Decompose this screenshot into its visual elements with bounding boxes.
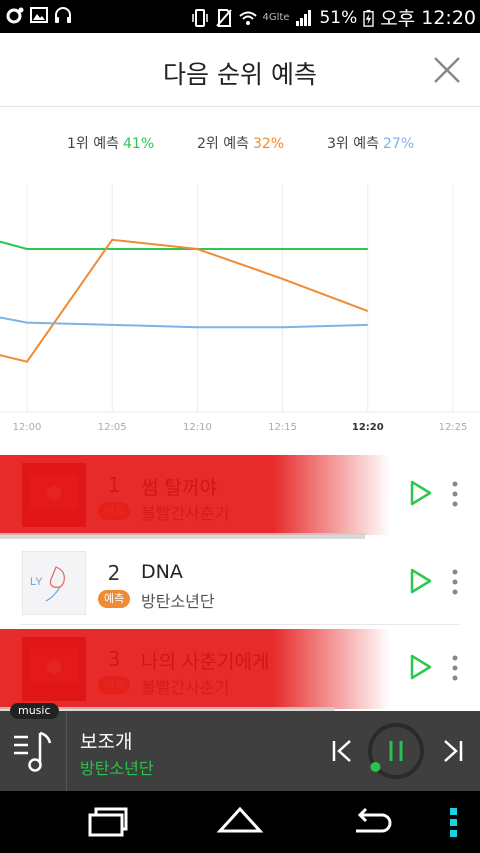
more-options-button-1[interactable]	[448, 479, 462, 509]
legend-item-2: 2위 예측 32%	[197, 133, 284, 153]
now-playing-title: 보조개	[80, 731, 133, 753]
wifi-icon	[238, 11, 257, 25]
x-tick-label: 12:15	[268, 422, 297, 433]
close-button[interactable]	[432, 55, 462, 85]
song-artist-1: 볼빨간사춘기	[141, 504, 230, 523]
legend-label-2: 2위 예측	[197, 136, 249, 152]
system-nav-bar	[0, 791, 480, 853]
battery-percent: 51%	[319, 7, 358, 28]
app-notification-icon	[6, 7, 24, 24]
pause-button[interactable]	[366, 721, 426, 781]
play-icon	[410, 480, 432, 506]
page-title: 다음 순위 예측	[163, 60, 317, 89]
next-button[interactable]	[439, 738, 465, 764]
previous-button[interactable]	[330, 738, 356, 764]
song-artist-3: 볼빨간사춘기	[141, 678, 230, 697]
x-tick-label: 12:20	[352, 422, 384, 433]
song-rank-2: 2	[107, 561, 121, 585]
album-art-3	[22, 637, 86, 701]
status-bar: 4Glte 51% 오후 12:20	[0, 0, 480, 33]
legend-percent-1: 41%	[123, 136, 155, 152]
album-art-1	[22, 463, 86, 527]
play-button-1[interactable]	[409, 479, 433, 507]
legend-item-3: 3위 예측 27%	[327, 133, 414, 153]
predict-badge-1: 예측	[98, 502, 131, 520]
legend-percent-2: 32%	[253, 136, 285, 152]
series-line-3	[0, 316, 368, 329]
more-vert-icon	[452, 569, 458, 595]
more-vert-icon	[452, 481, 458, 507]
status-ampm: 오후	[380, 8, 416, 30]
mini-player[interactable]: 보조개 방탄소년단	[0, 711, 480, 791]
song-row-2[interactable]: LY 2 DNA 예측 방탄소년단	[0, 543, 480, 625]
back-icon	[356, 807, 392, 833]
player-divider	[66, 711, 67, 791]
series-line-1	[0, 240, 368, 250]
vibrate-icon	[191, 8, 208, 27]
recent-apps-button[interactable]	[84, 805, 132, 839]
play-button-2[interactable]	[409, 567, 433, 595]
x-tick-label: 12:25	[439, 422, 468, 433]
header: 다음 순위 예측	[0, 33, 480, 107]
menu-dots-icon	[450, 808, 457, 837]
legend-item-1: 1위 예측 41%	[67, 133, 154, 153]
overlay-shadow-1	[0, 533, 365, 539]
skip-previous-icon	[332, 740, 351, 762]
home-button[interactable]	[216, 805, 264, 839]
song-title-3: 나의 사춘기에게	[141, 651, 270, 673]
legend-percent-3: 27%	[383, 136, 415, 152]
song-rank-1: 1	[107, 473, 121, 497]
close-icon	[434, 57, 460, 83]
album-art-2: LY	[22, 551, 86, 615]
status-right-icons: 4Glte 51% 오후 12:20	[191, 4, 476, 31]
app-root: 4Glte 51% 오후 12:20 다음 순위 예측 1위 예측 41% 2위…	[0, 0, 480, 853]
status-time: 12:20	[421, 6, 476, 29]
headphones-icon	[55, 7, 71, 23]
menu-button[interactable]	[446, 805, 462, 839]
series-line-2	[0, 238, 369, 363]
x-tick-label: 12:10	[183, 422, 212, 433]
predict-badge-2: 예측	[98, 590, 131, 608]
album-art-2-letters: LY	[30, 576, 43, 588]
play-icon	[410, 654, 432, 680]
playlist-button[interactable]	[12, 729, 58, 775]
row-divider	[20, 624, 460, 625]
song-title-2: DNA	[141, 561, 183, 583]
play-button-3[interactable]	[409, 653, 433, 681]
skip-next-icon	[444, 740, 463, 762]
song-rank-3: 3	[107, 647, 121, 671]
legend-label-1: 1위 예측	[67, 136, 119, 152]
song-title-1: 썸 탈꺼야	[141, 477, 217, 499]
song-row-3[interactable]: 3 나의 사춘기에게 예측 볼빨간사춘기	[0, 629, 480, 713]
network-type-label: 4Glte	[262, 12, 290, 23]
more-options-button-3[interactable]	[448, 653, 462, 683]
home-icon	[216, 806, 264, 833]
battery-charging-icon	[363, 9, 374, 27]
playback-progress-dot	[370, 761, 381, 772]
prediction-chart: 12:00 12:05 12:10 12:15 12:20 12:25	[0, 184, 480, 433]
back-button[interactable]	[350, 805, 398, 839]
predict-badge-3: 예측	[98, 676, 131, 694]
play-icon	[410, 568, 432, 594]
status-left-icons	[6, 6, 72, 24]
signal-strength-icon	[296, 9, 312, 26]
now-playing-artist: 방탄소년단	[80, 759, 154, 778]
song-row-1[interactable]: 1 썸 탈꺼야 예측 볼빨간사춘기	[0, 455, 480, 539]
music-tag: music	[10, 703, 59, 719]
playlist-icon	[14, 731, 52, 772]
recent-apps-icon	[88, 807, 128, 837]
x-tick-label: 12:00	[13, 422, 42, 433]
more-options-button-2[interactable]	[448, 567, 462, 597]
no-sim-icon	[215, 8, 232, 27]
legend-label-3: 3위 예측	[327, 136, 379, 152]
more-vert-icon	[452, 655, 458, 681]
pause-icon	[389, 741, 403, 761]
x-tick-label: 12:05	[98, 422, 127, 433]
image-notification-icon	[30, 7, 48, 23]
song-artist-2: 방탄소년단	[141, 592, 215, 611]
